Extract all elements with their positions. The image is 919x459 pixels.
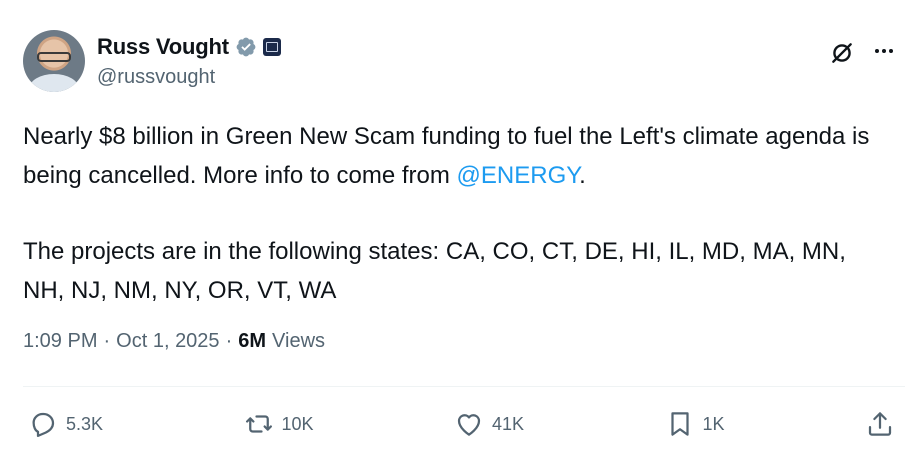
mention-link[interactable]: @ENERGY xyxy=(457,162,580,189)
reply-count: 5.3K xyxy=(66,413,104,434)
grok-icon[interactable] xyxy=(829,40,855,66)
repost-icon xyxy=(245,415,272,433)
tweet-date[interactable]: Oct 1, 2025 xyxy=(116,330,219,353)
reply-icon xyxy=(32,412,55,437)
repost-button[interactable]: 10K xyxy=(244,409,314,439)
views-count[interactable]: 6M xyxy=(238,330,266,353)
meta-separator: · xyxy=(103,330,111,352)
tweet-header: Russ Vought @russvought xyxy=(23,28,899,98)
bookmark-count: 1K xyxy=(702,413,725,434)
divider xyxy=(23,386,905,387)
author-name[interactable]: Russ Vought xyxy=(97,34,229,60)
heart-icon xyxy=(457,414,481,436)
bookmark-button[interactable]: 1K xyxy=(665,409,725,439)
repost-count: 10K xyxy=(281,413,314,434)
affiliation-badge-icon[interactable] xyxy=(262,38,281,56)
avatar-glasses xyxy=(37,52,71,62)
more-options-icon[interactable] xyxy=(869,36,899,66)
verified-badge-icon[interactable] xyxy=(235,36,257,58)
tweet-paragraph-1: Nearly $8 billion in Green New Scam fund… xyxy=(23,118,893,195)
meta-separator-2: · xyxy=(225,330,233,352)
name-row: Russ Vought xyxy=(97,34,281,60)
tweet-text-suffix: . xyxy=(579,161,586,189)
action-bar: 5.3K 10K 41K 1K xyxy=(28,404,895,444)
tweet-text: Nearly $8 billion in Green New Scam fund… xyxy=(23,118,893,310)
share-button[interactable] xyxy=(865,409,895,439)
author-handle[interactable]: @russvought xyxy=(97,66,215,89)
share-icon xyxy=(868,412,892,436)
like-count: 41K xyxy=(492,413,525,434)
tweet-meta: 1:09 PM · Oct 1, 2025 · 6M Views xyxy=(23,330,325,353)
tweet-time[interactable]: 1:09 PM xyxy=(23,330,97,353)
bookmark-icon xyxy=(670,412,689,436)
avatar[interactable] xyxy=(23,30,85,92)
reply-button[interactable]: 5.3K xyxy=(28,409,103,439)
avatar-shirt xyxy=(29,74,79,92)
views-label: Views xyxy=(272,330,326,352)
tweet-paragraph-2: The projects are in the following states… xyxy=(23,238,846,304)
tweet-text-prefix: Nearly $8 billion in Green New Scam fund… xyxy=(23,123,870,189)
like-button[interactable]: 41K xyxy=(454,409,524,439)
